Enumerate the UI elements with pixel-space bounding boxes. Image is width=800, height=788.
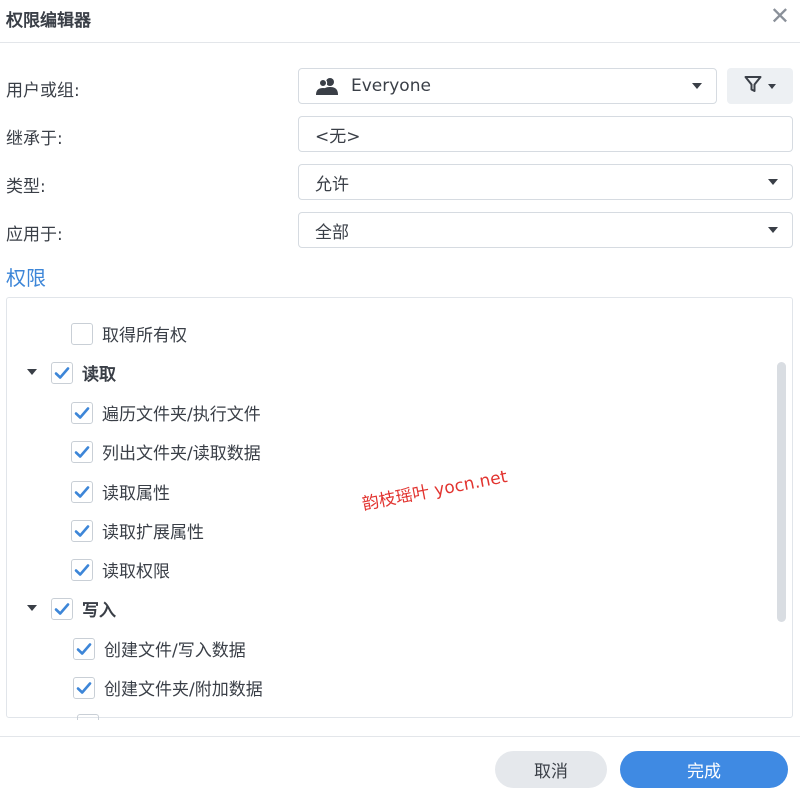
- checkbox-checked[interactable]: [71, 519, 93, 542]
- permission-write-item[interactable]: 创建文件/写入数据: [73, 636, 246, 661]
- checkbox-checked[interactable]: [71, 401, 93, 424]
- inherit-from-field: <无>: [298, 116, 793, 152]
- check-icon: [74, 485, 90, 498]
- checkbox-checked[interactable]: [71, 480, 93, 503]
- permission-label: 创建文件/写入数据: [104, 641, 246, 661]
- permission-group-write[interactable]: 写入: [51, 596, 116, 621]
- permission-read-item[interactable]: 读取属性: [71, 479, 170, 504]
- users-icon: [315, 77, 339, 95]
- check-icon: [74, 524, 90, 537]
- apply-to-value: 全部: [315, 222, 349, 243]
- check-icon: [74, 563, 90, 576]
- expand-caret-icon[interactable]: [27, 369, 37, 375]
- permission-read-item[interactable]: 遍历文件夹/执行文件: [71, 400, 261, 425]
- permission-group-read[interactable]: 读取: [51, 360, 116, 385]
- checkbox-unchecked[interactable]: [71, 322, 93, 345]
- done-button[interactable]: 完成: [620, 751, 788, 788]
- footer-divider: [0, 736, 800, 737]
- type-select[interactable]: 允许: [298, 164, 793, 200]
- type-value: 允许: [315, 174, 349, 195]
- permission-label: 读取权限: [102, 562, 170, 582]
- checkbox-checked[interactable]: [73, 676, 95, 699]
- permission-read-item[interactable]: 列出文件夹/读取数据: [71, 439, 261, 464]
- filter-icon: [744, 75, 762, 97]
- permissions-scrollbar[interactable]: [777, 362, 786, 622]
- permission-take-ownership[interactable]: 取得所有权: [71, 321, 187, 346]
- check-icon: [74, 406, 90, 419]
- user-or-group-label: 用户或组:: [6, 81, 80, 101]
- permission-label: 列出文件夹/读取数据: [102, 444, 261, 464]
- header-divider: [0, 42, 800, 43]
- checkbox-checked[interactable]: [71, 440, 93, 463]
- apply-to-label: 应用于:: [6, 225, 63, 245]
- check-icon: [54, 602, 70, 615]
- permission-label: 读取扩展属性: [102, 523, 204, 543]
- dialog-title: 权限编辑器: [6, 11, 91, 31]
- chevron-down-icon: [768, 179, 778, 185]
- apply-to-select[interactable]: 全部: [298, 212, 793, 248]
- inherit-from-label: 继承于:: [6, 129, 63, 149]
- filter-button[interactable]: [727, 68, 793, 104]
- permission-group-label: 写入: [82, 601, 116, 621]
- expand-caret-icon[interactable]: [27, 605, 37, 611]
- check-icon: [76, 642, 92, 655]
- checkbox-partially-visible[interactable]: [77, 714, 99, 720]
- inherit-from-value: <无>: [315, 126, 361, 147]
- close-icon[interactable]: ✕: [770, 2, 790, 30]
- user-or-group-select[interactable]: Everyone: [298, 68, 717, 104]
- checkbox-checked[interactable]: [51, 361, 73, 384]
- chevron-down-icon: [768, 227, 778, 233]
- permission-write-item[interactable]: 创建文件夹/附加数据: [73, 675, 263, 700]
- checkbox-checked[interactable]: [51, 597, 73, 620]
- permission-label: 创建文件夹/附加数据: [104, 680, 263, 700]
- checkbox-checked[interactable]: [71, 558, 93, 581]
- check-icon: [54, 366, 70, 379]
- check-icon: [74, 445, 90, 458]
- check-icon: [76, 681, 92, 694]
- chevron-down-icon: [768, 83, 776, 89]
- checkbox-checked[interactable]: [73, 637, 95, 660]
- permission-label: 遍历文件夹/执行文件: [102, 405, 261, 425]
- permission-read-item[interactable]: 读取权限: [71, 557, 170, 582]
- permission-read-item[interactable]: 读取扩展属性: [71, 518, 204, 543]
- cancel-button[interactable]: 取消: [495, 751, 607, 788]
- permissions-section-title: 权限: [6, 266, 46, 290]
- permission-label: 读取属性: [102, 484, 170, 504]
- permission-group-label: 读取: [82, 365, 116, 385]
- chevron-down-icon: [692, 83, 702, 89]
- type-label: 类型:: [6, 177, 46, 197]
- user-or-group-value: Everyone: [351, 76, 431, 96]
- permission-label: 取得所有权: [102, 326, 187, 346]
